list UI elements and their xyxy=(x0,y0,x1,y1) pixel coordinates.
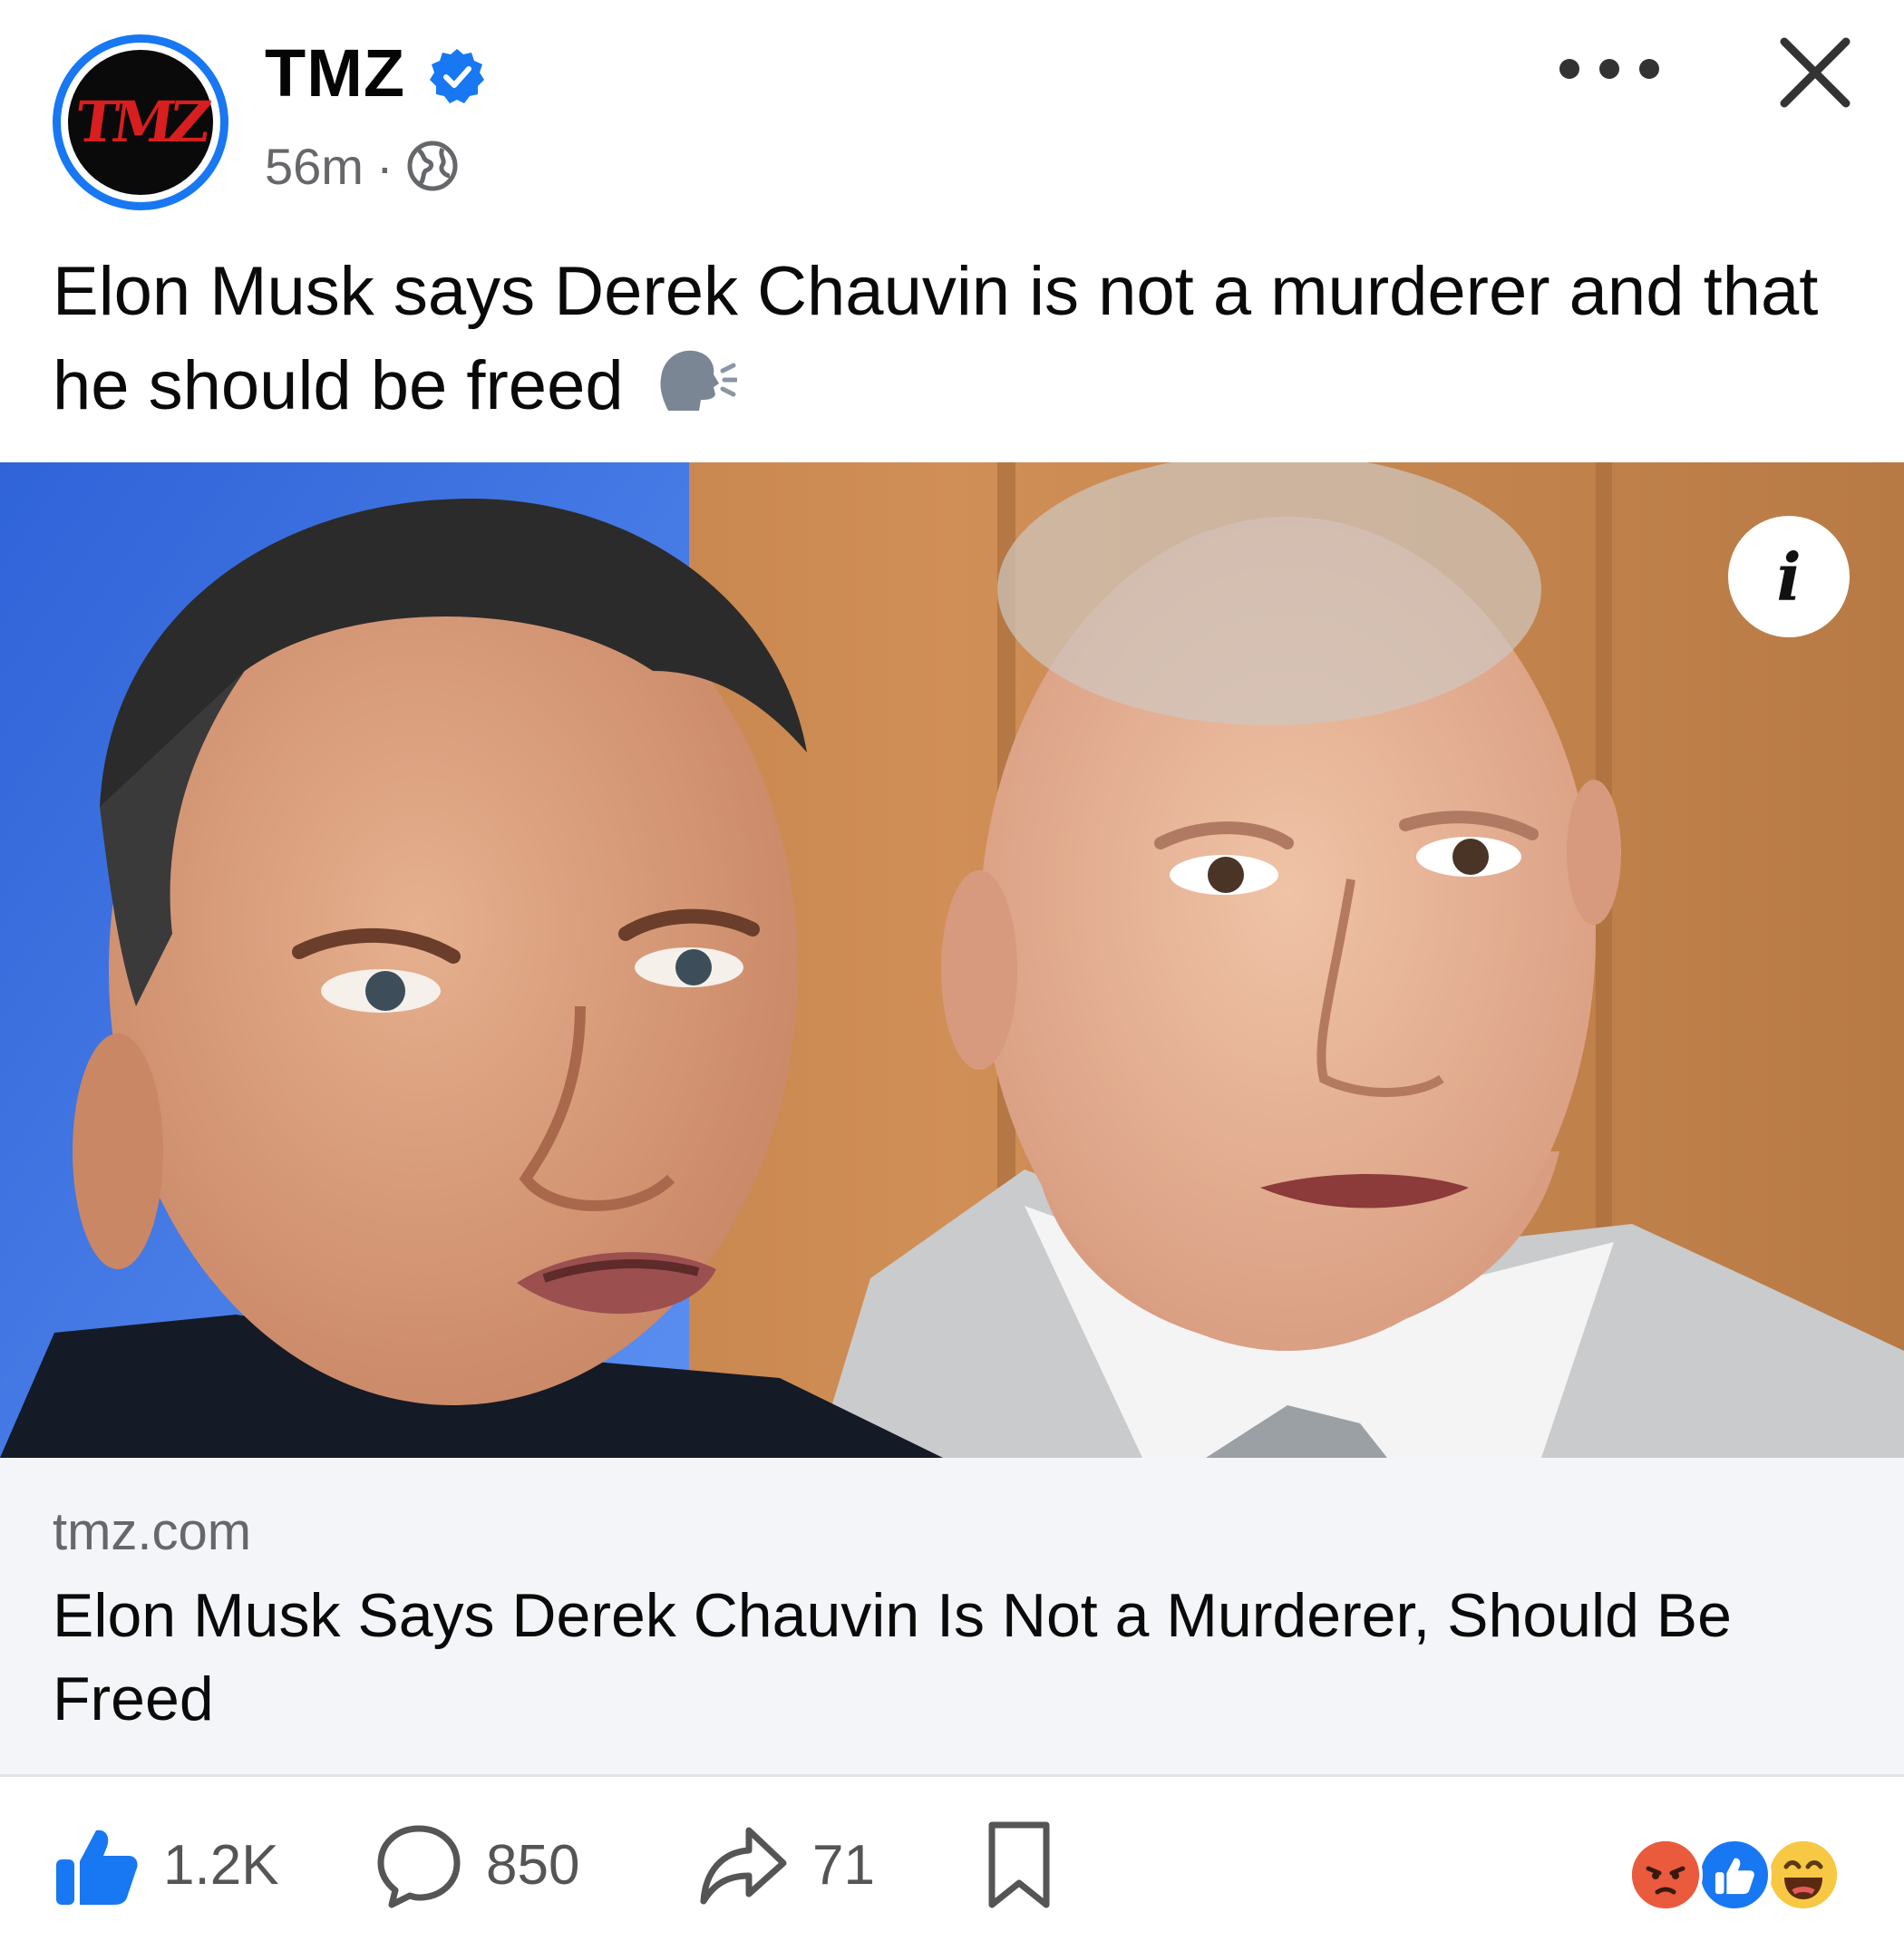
caption-text: Elon Musk says Derek Chauvin is not a mu… xyxy=(53,253,1819,424)
tmz-logo: TMZ xyxy=(68,50,213,195)
action-bar: 1.2K 850 71 xyxy=(0,1779,1904,1951)
share-count: 71 xyxy=(812,1833,875,1897)
share-button[interactable]: 71 xyxy=(698,1779,875,1951)
share-icon xyxy=(700,1827,787,1905)
comment-count: 850 xyxy=(486,1833,580,1897)
post-image[interactable] xyxy=(0,462,1904,1458)
link-preview[interactable]: tmz.com Elon Musk Says Derek Chauvin Is … xyxy=(0,1458,1904,1777)
link-domain: tmz.com xyxy=(53,1502,252,1561)
like-button[interactable]: 1.2K xyxy=(53,1779,279,1951)
verified-badge-icon xyxy=(430,49,484,103)
like-reaction-icon xyxy=(1697,1838,1772,1912)
speaking-head-emoji xyxy=(660,350,737,411)
meta-separator: · xyxy=(375,137,393,195)
post-meta: 56m · xyxy=(265,136,459,196)
angry-reaction-icon xyxy=(1628,1838,1703,1912)
more-options-icon[interactable] xyxy=(1559,51,1659,87)
bookmark-icon xyxy=(988,1821,1050,1908)
link-title: Elon Musk Says Derek Chauvin Is Not a Mu… xyxy=(53,1581,1732,1733)
page-name[interactable]: TMZ xyxy=(265,40,405,107)
info-icon[interactable]: i xyxy=(1728,516,1850,637)
close-icon[interactable] xyxy=(1777,34,1853,111)
reaction-summary[interactable] xyxy=(1628,1838,1846,1912)
page-avatar[interactable]: TMZ xyxy=(53,34,228,210)
post-caption: Elon Musk says Derek Chauvin is not a mu… xyxy=(53,245,1857,433)
musk-chauvin-photo xyxy=(0,462,1904,1458)
like-icon xyxy=(56,1830,138,1905)
like-count: 1.2K xyxy=(163,1833,279,1897)
comment-button[interactable]: 850 xyxy=(375,1779,579,1951)
save-button[interactable] xyxy=(985,1779,1054,1951)
post-header: TMZ TMZ 56m · xyxy=(0,0,1904,236)
globe-icon xyxy=(407,141,458,191)
comment-icon xyxy=(377,1825,461,1908)
haha-reaction-icon xyxy=(1766,1838,1841,1912)
post-time[interactable]: 56m xyxy=(265,137,364,196)
